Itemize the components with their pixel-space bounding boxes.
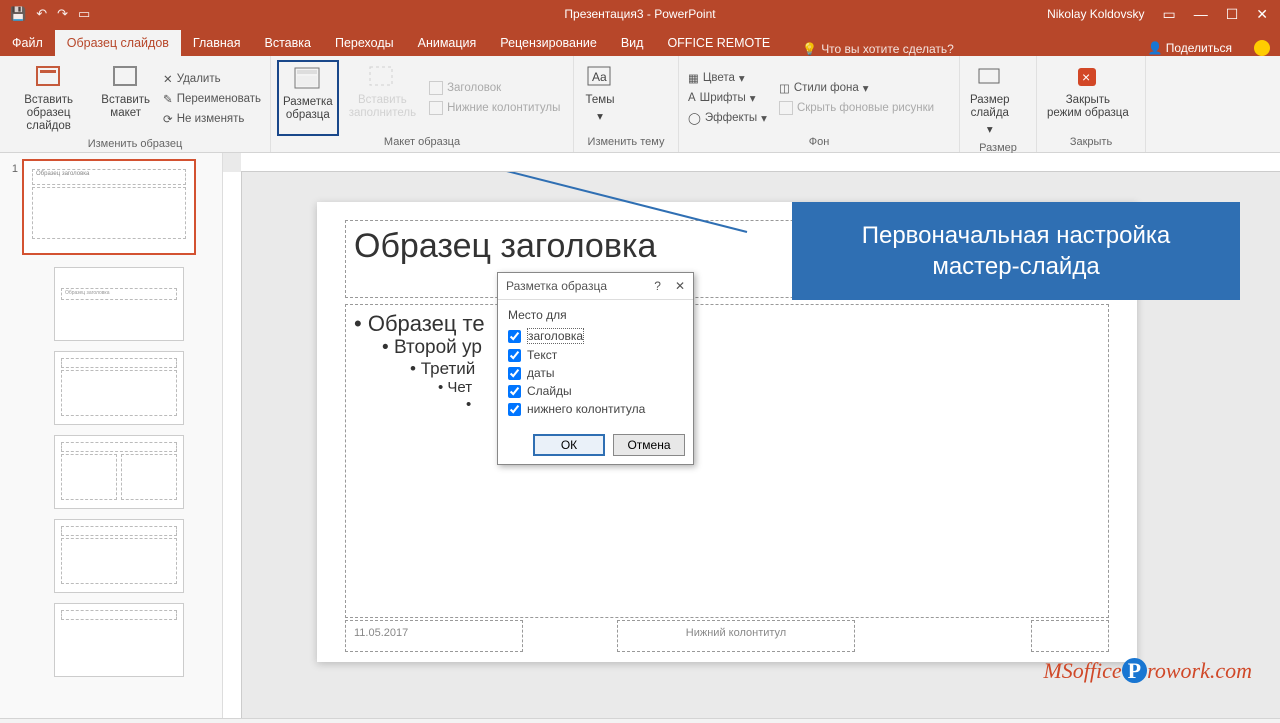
colors-icon: ▦ <box>688 71 699 85</box>
delete-icon: ✕ <box>163 72 173 86</box>
master-layout-dialog: Разметка образца ? ✕ Место для заголовка… <box>497 272 694 465</box>
footers-checkbox: Нижние колонтитулы <box>426 99 563 117</box>
insert-placeholder-button[interactable]: Вставить заполнитель <box>345 60 420 136</box>
minimize-icon[interactable]: — <box>1194 6 1208 22</box>
tab-animation[interactable]: Анимация <box>406 30 489 56</box>
delete-button[interactable]: ✕Удалить <box>160 70 264 88</box>
slide-canvas[interactable]: Образец заголовка • Образец те • Второй … <box>242 172 1280 718</box>
layout-thumbnail[interactable]: Образец заголовка <box>54 267 184 341</box>
group-close: Закрыть <box>1043 136 1139 150</box>
rename-icon: ✎ <box>163 92 173 106</box>
ok-button[interactable]: ОК <box>533 434 605 456</box>
group-edit-master: Изменить образец <box>6 138 264 152</box>
dialog-help-icon[interactable]: ? <box>654 279 661 293</box>
svg-text:×: × <box>1082 69 1090 85</box>
maximize-icon[interactable]: ☐ <box>1226 6 1239 23</box>
fonts-icon: A <box>688 92 696 104</box>
close-master-icon: × <box>1072 64 1104 90</box>
tab-home[interactable]: Главная <box>181 30 253 56</box>
quick-access-toolbar: 💾 ↶ ↷ ▭ <box>0 6 90 22</box>
chk-title[interactable]: заголовка <box>508 326 683 346</box>
ribbon-tabs: Файл Образец слайдов Главная Вставка Пер… <box>0 28 1280 56</box>
group-master-layout: Макет образца <box>277 136 567 150</box>
ribbon-options-icon[interactable]: ▭ <box>1162 6 1175 23</box>
group-bg: Фон <box>685 136 953 150</box>
bg-icon: ◫ <box>779 81 790 95</box>
close-icon[interactable]: ✕ <box>1256 6 1268 23</box>
editor-area: Образец заголовка • Образец те • Второй … <box>223 153 1280 718</box>
effects-button[interactable]: ◯Эффекты ▾ <box>685 109 770 127</box>
layout-thumbnail[interactable] <box>54 603 184 677</box>
chk-text[interactable]: Текст <box>508 346 683 364</box>
dialog-group-label: Место для <box>508 308 683 322</box>
thumb-number: 1 <box>4 159 22 175</box>
size-icon <box>974 64 1006 90</box>
number-placeholder[interactable] <box>1031 620 1109 652</box>
title-checkbox: Заголовок <box>426 79 563 97</box>
layout-thumbnail[interactable] <box>54 435 184 509</box>
placeholder-icon <box>366 64 398 90</box>
master-layout-button[interactable]: Разметка образца <box>277 60 339 136</box>
window-title: Презентация3 - PowerPoint <box>564 7 715 21</box>
tab-view[interactable]: Вид <box>609 30 656 56</box>
tell-me[interactable]: 💡 Что вы хотите сделать? <box>802 42 954 56</box>
title-bar: 💾 ↶ ↷ ▭ Презентация3 - PowerPoint Nikola… <box>0 0 1280 28</box>
workspace: 1 Образец заголовка Образец заголовка Об… <box>0 153 1280 718</box>
undo-icon[interactable]: ↶ <box>36 6 47 22</box>
svg-text:Aa: Aa <box>592 70 607 84</box>
insert-layout-button[interactable]: Вставить макет <box>97 60 154 138</box>
preserve-icon: ⟳ <box>163 112 173 126</box>
cancel-button[interactable]: Отмена <box>613 434 685 456</box>
slide-size-button[interactable]: Размер слайда▾ <box>966 60 1014 142</box>
feedback-icon[interactable] <box>1254 40 1270 56</box>
dialog-close-icon[interactable]: ✕ <box>675 279 685 293</box>
ribbon: Вставить образец слайдов Вставить макет … <box>0 56 1280 153</box>
chk-footer[interactable]: нижнего колонтитула <box>508 400 683 418</box>
user-name[interactable]: Nikolay Koldovsky <box>1047 7 1144 21</box>
tab-file[interactable]: Файл <box>0 30 55 56</box>
bg-styles-button[interactable]: ◫Стили фона ▾ <box>776 79 937 97</box>
layout-thumbnail[interactable] <box>54 519 184 593</box>
master-thumbnail[interactable]: Образец заголовка <box>22 159 196 255</box>
chk-date[interactable]: даты <box>508 364 683 382</box>
group-theme: Изменить тему <box>580 136 672 150</box>
tab-office-remote[interactable]: OFFICE REMOTE <box>655 30 782 56</box>
hide-bg-checkbox: Скрыть фоновые рисунки <box>776 99 937 117</box>
chk-slides[interactable]: Слайды <box>508 382 683 400</box>
tab-insert[interactable]: Вставка <box>253 30 323 56</box>
layout-thumbnail[interactable] <box>54 351 184 425</box>
close-master-button[interactable]: × Закрыть режим образца <box>1043 60 1133 136</box>
insert-master-icon <box>33 64 65 90</box>
tab-review[interactable]: Рецензирование <box>488 30 609 56</box>
rename-button[interactable]: ✎Переименовать <box>160 90 264 108</box>
themes-icon: Aa <box>584 64 616 90</box>
insert-slide-master-button[interactable]: Вставить образец слайдов <box>6 60 91 138</box>
preserve-button[interactable]: ⟳Не изменять <box>160 110 264 128</box>
annotation-callout: Первоначальная настройка мастер-слайда <box>792 202 1240 300</box>
tab-transitions[interactable]: Переходы <box>323 30 406 56</box>
redo-icon[interactable]: ↷ <box>57 6 68 22</box>
insert-layout-icon <box>110 64 142 90</box>
effects-icon: ◯ <box>688 111 701 125</box>
status-bar: Заметки "Тема Office" 📖 русский ▦ ▤ ▭ ▣ … <box>0 718 1280 723</box>
save-icon[interactable]: 💾 <box>10 6 26 22</box>
vertical-ruler[interactable] <box>223 172 242 718</box>
tab-slide-master[interactable]: Образец слайдов <box>55 30 181 56</box>
body-placeholder[interactable]: • Образец те • Второй ур • Третий • Чет … <box>345 304 1109 618</box>
colors-button[interactable]: ▦Цвета ▾ <box>685 69 770 87</box>
watermark: MSofficeProwork.com <box>1043 658 1252 684</box>
date-placeholder[interactable]: 11.05.2017 <box>345 620 523 652</box>
fonts-button[interactable]: AШрифты ▾ <box>685 89 770 107</box>
slideshow-icon[interactable]: ▭ <box>78 6 90 22</box>
master-layout-icon <box>292 66 324 92</box>
themes-button[interactable]: Aa Темы▾ <box>580 60 620 136</box>
horizontal-ruler[interactable] <box>241 153 1280 172</box>
dialog-titlebar[interactable]: Разметка образца ? ✕ <box>498 273 693 300</box>
share-button[interactable]: 👤 Поделиться <box>1147 41 1232 55</box>
thumbnail-panel[interactable]: 1 Образец заголовка Образец заголовка <box>0 153 223 718</box>
footer-placeholder[interactable]: Нижний колонтитул <box>617 620 855 652</box>
